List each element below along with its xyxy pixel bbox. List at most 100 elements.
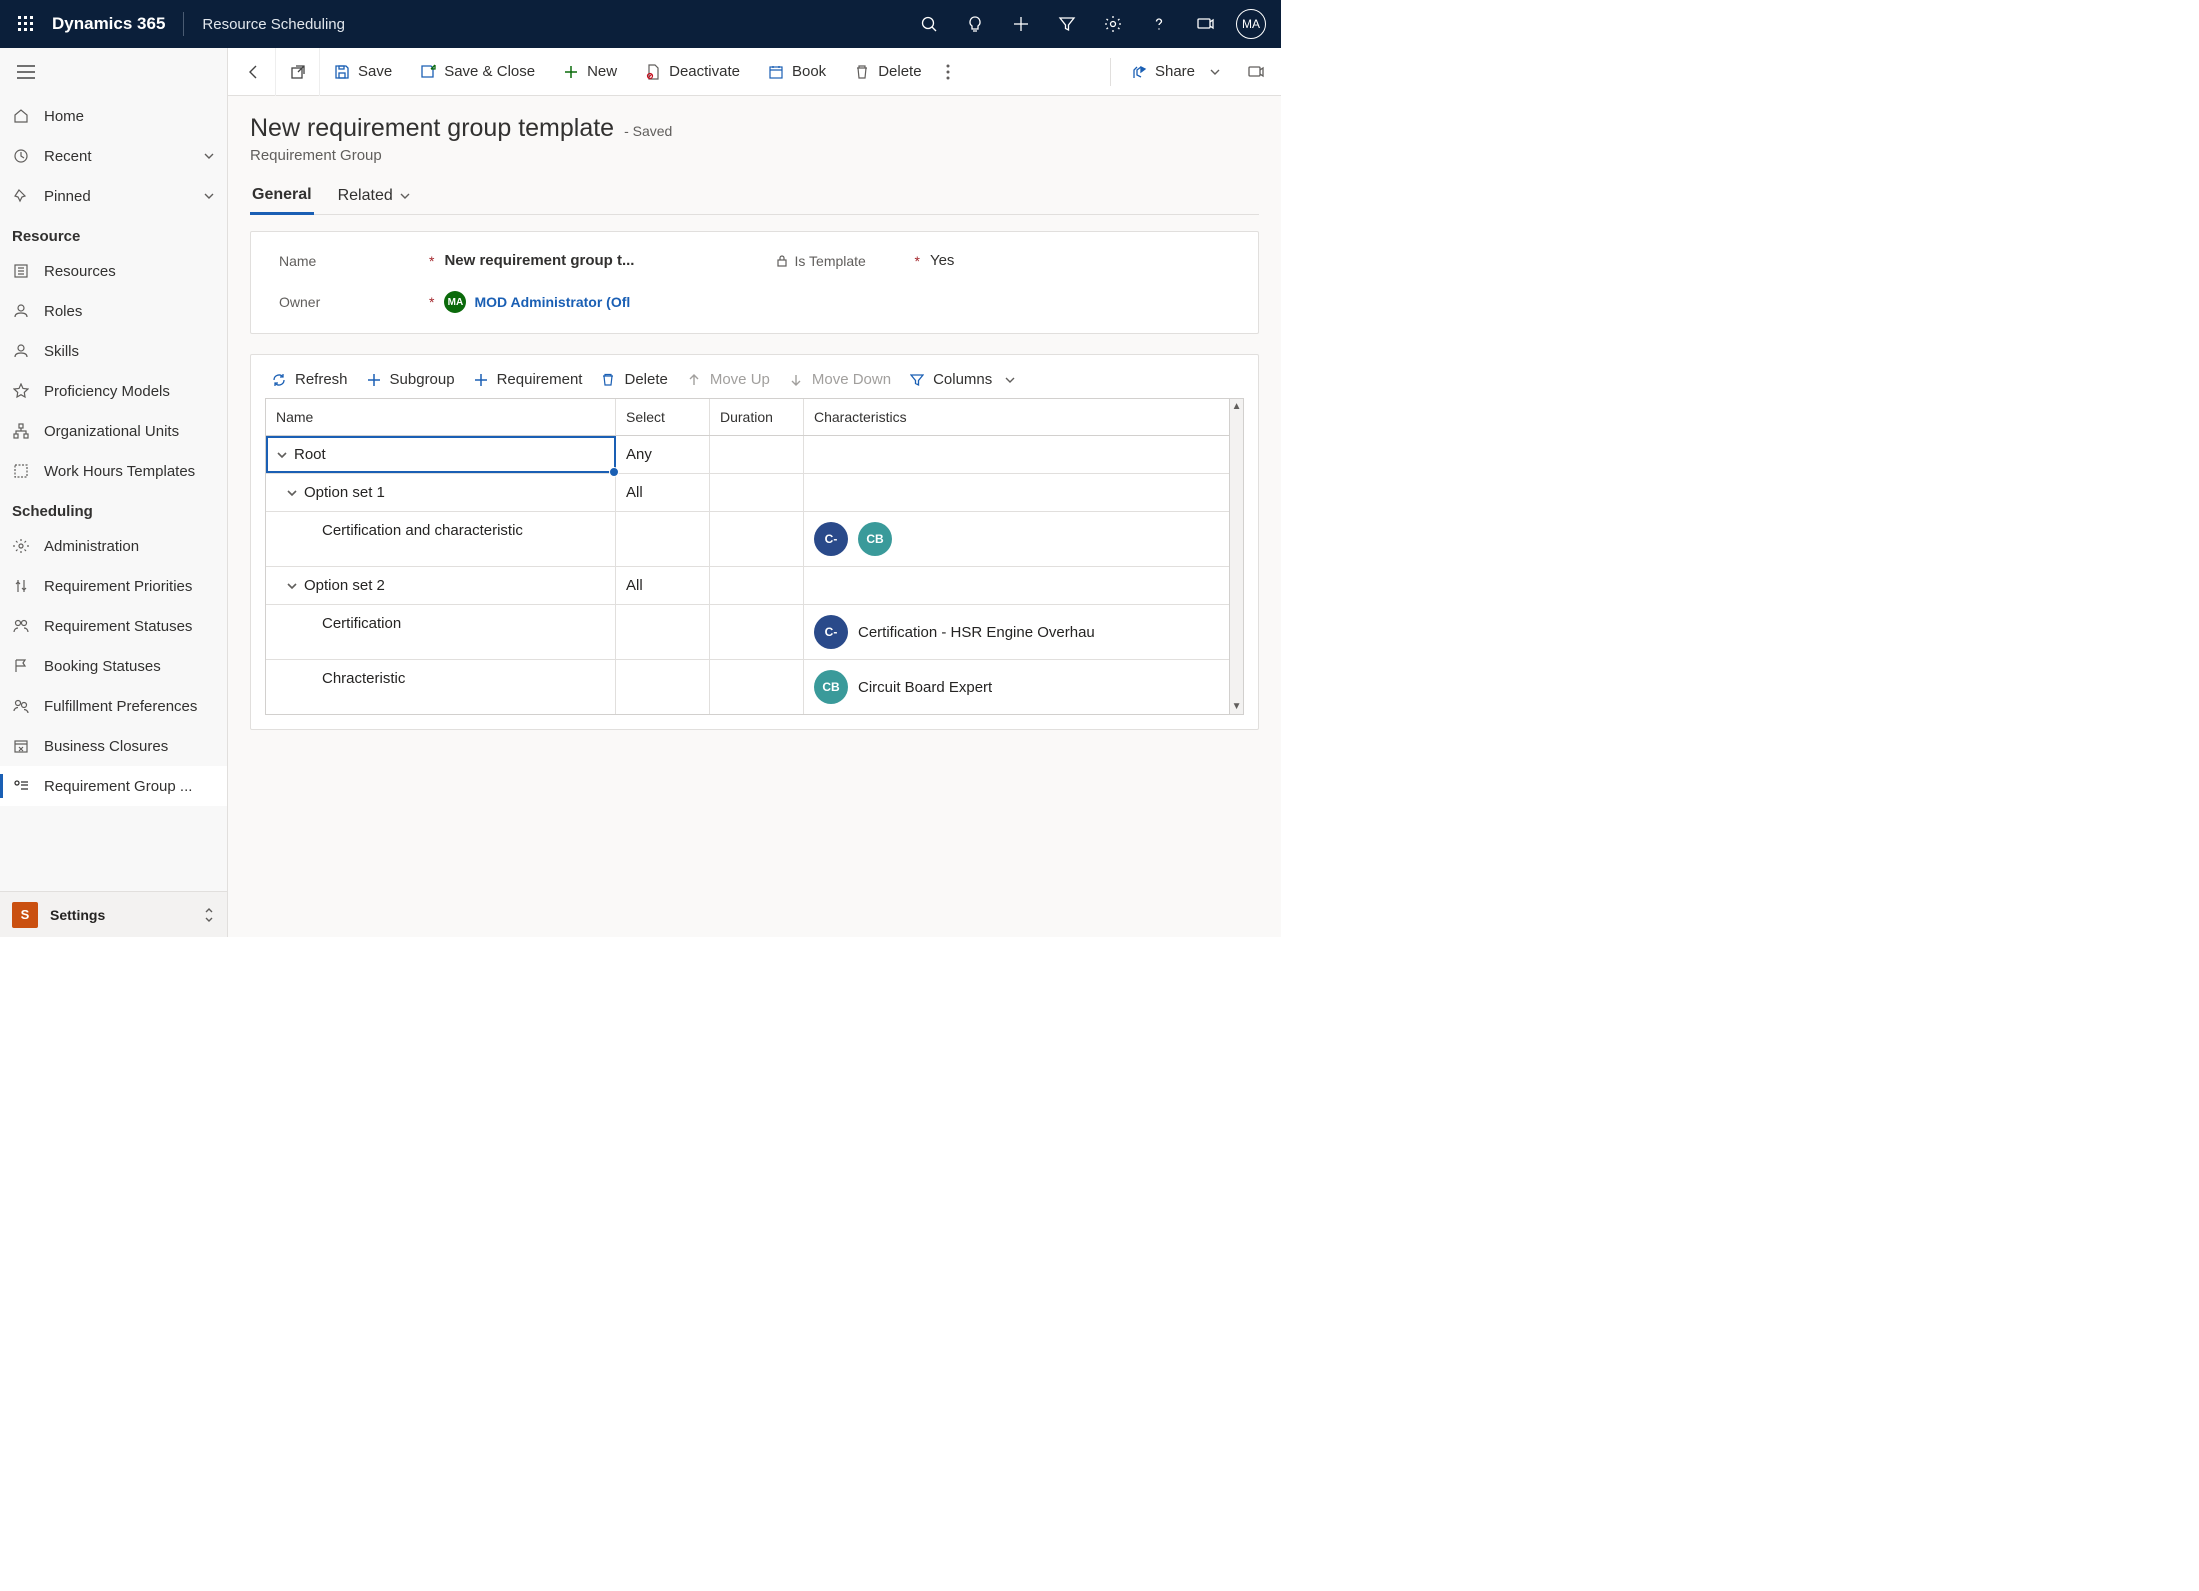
row-duration-cell[interactable] bbox=[710, 436, 804, 473]
app-root: Dynamics 365 Resource Scheduling MA Home… bbox=[0, 0, 1281, 937]
arrow-down-icon bbox=[788, 372, 804, 388]
deactivate-icon bbox=[645, 64, 661, 80]
nav-req-group[interactable]: Requirement Group ... bbox=[0, 766, 227, 806]
nav-org-units[interactable]: Organizational Units bbox=[0, 411, 227, 451]
characteristic-pill[interactable]: CB bbox=[858, 522, 892, 556]
chevron-down-icon[interactable] bbox=[286, 487, 300, 499]
filter-icon[interactable] bbox=[1047, 4, 1087, 44]
col-header-duration[interactable]: Duration bbox=[710, 399, 804, 435]
brand-label[interactable]: Dynamics 365 bbox=[52, 14, 165, 34]
col-header-select[interactable]: Select bbox=[616, 399, 710, 435]
refresh-button[interactable]: Refresh bbox=[271, 371, 348, 388]
new-button[interactable]: New bbox=[549, 48, 631, 96]
row-select-cell[interactable] bbox=[616, 660, 710, 714]
row-select-cell[interactable] bbox=[616, 512, 710, 566]
deactivate-button[interactable]: Deactivate bbox=[631, 48, 754, 96]
add-icon[interactable] bbox=[1001, 4, 1041, 44]
nav-pinned[interactable]: Pinned bbox=[0, 176, 227, 216]
nav-booking-statuses[interactable]: Booking Statuses bbox=[0, 646, 227, 686]
chevron-down-icon[interactable] bbox=[286, 580, 300, 592]
row-duration-cell[interactable] bbox=[710, 567, 804, 604]
col-header-characteristics[interactable]: Characteristics bbox=[804, 399, 1229, 435]
row-select-cell[interactable]: All bbox=[616, 474, 710, 511]
tab-general[interactable]: General bbox=[250, 178, 314, 215]
row-duration-cell[interactable] bbox=[710, 605, 804, 659]
nav-work-hours[interactable]: Work Hours Templates bbox=[0, 451, 227, 491]
col-header-name[interactable]: Name bbox=[266, 399, 616, 435]
back-button[interactable] bbox=[232, 48, 276, 96]
more-commands-button[interactable] bbox=[936, 48, 960, 96]
book-button[interactable]: Book bbox=[754, 48, 840, 96]
nav-home[interactable]: Home bbox=[0, 96, 227, 136]
row-characteristics-cell[interactable] bbox=[804, 436, 1229, 473]
user-avatar[interactable]: MA bbox=[1231, 4, 1271, 44]
row-characteristics-cell[interactable] bbox=[804, 474, 1229, 511]
tab-related[interactable]: Related bbox=[336, 178, 413, 214]
row-duration-cell[interactable] bbox=[710, 660, 804, 714]
grid-row[interactable]: Certification and characteristicC-CB bbox=[266, 512, 1229, 567]
open-new-window-button[interactable] bbox=[276, 48, 320, 96]
row-duration-cell[interactable] bbox=[710, 512, 804, 566]
avatar-initials: MA bbox=[1236, 9, 1266, 39]
nav-recent[interactable]: Recent bbox=[0, 136, 227, 176]
command-bar: Save Save & Close New Deactivate Book De… bbox=[228, 48, 1281, 96]
nav-booking-statuses-label: Booking Statuses bbox=[44, 658, 161, 675]
deactivate-label: Deactivate bbox=[669, 63, 740, 80]
row-characteristics-cell[interactable]: CBCircuit Board Expert bbox=[804, 660, 1229, 714]
plus-icon bbox=[473, 372, 489, 388]
nav-resources[interactable]: Resources bbox=[0, 251, 227, 291]
grid-row[interactable]: ChracteristicCBCircuit Board Expert bbox=[266, 660, 1229, 714]
help-icon[interactable] bbox=[1139, 4, 1179, 44]
row-characteristics-cell[interactable] bbox=[804, 567, 1229, 604]
nav-proficiency[interactable]: Proficiency Models bbox=[0, 371, 227, 411]
scroll-up-icon[interactable]: ▲ bbox=[1232, 401, 1242, 412]
row-select-cell[interactable]: Any bbox=[616, 436, 710, 473]
row-characteristics-cell[interactable]: C-Certification - HSR Engine Overhau bbox=[804, 605, 1229, 659]
nav-req-statuses[interactable]: Requirement Statuses bbox=[0, 606, 227, 646]
owner-lookup[interactable]: MA MOD Administrator (Ofl bbox=[444, 291, 630, 313]
vertical-scrollbar[interactable]: ▲ ▼ bbox=[1230, 398, 1244, 715]
characteristic-pill[interactable]: CB bbox=[814, 670, 848, 704]
save-label: Save bbox=[358, 63, 392, 80]
app-name-label[interactable]: Resource Scheduling bbox=[202, 16, 345, 33]
area-switcher[interactable]: S Settings bbox=[0, 891, 227, 937]
flag-icon bbox=[12, 657, 30, 675]
scroll-down-icon[interactable]: ▼ bbox=[1232, 701, 1242, 712]
chevron-down-icon[interactable] bbox=[276, 449, 290, 461]
app-launcher-icon[interactable] bbox=[10, 8, 42, 40]
grid-row[interactable]: CertificationC-Certification - HSR Engin… bbox=[266, 605, 1229, 660]
requirement-button[interactable]: Requirement bbox=[473, 371, 583, 388]
row-duration-cell[interactable] bbox=[710, 474, 804, 511]
row-characteristics-cell[interactable]: C- CB bbox=[804, 512, 1229, 566]
grid-delete-button[interactable]: Delete bbox=[600, 371, 667, 388]
assistant-side-icon[interactable] bbox=[1235, 48, 1277, 96]
save-close-button[interactable]: Save & Close bbox=[406, 48, 549, 96]
field-name-value[interactable]: New requirement group t... bbox=[444, 252, 734, 269]
nav-biz-closures[interactable]: Business Closures bbox=[0, 726, 227, 766]
owner-avatar: MA bbox=[444, 291, 466, 313]
grid-row[interactable]: Option set 2All bbox=[266, 567, 1229, 605]
settings-gear-icon[interactable] bbox=[1093, 4, 1133, 44]
search-icon[interactable] bbox=[909, 4, 949, 44]
nav-skills[interactable]: Skills bbox=[0, 331, 227, 371]
characteristic-pill[interactable]: C- bbox=[814, 615, 848, 649]
row-select-cell[interactable]: All bbox=[616, 567, 710, 604]
row-select-cell[interactable] bbox=[616, 605, 710, 659]
grid-row[interactable]: RootAny bbox=[266, 436, 1229, 474]
columns-button[interactable]: Columns bbox=[909, 371, 1016, 388]
nav-req-priorities[interactable]: Requirement Priorities bbox=[0, 566, 227, 606]
subgroup-button[interactable]: Subgroup bbox=[366, 371, 455, 388]
share-button[interactable]: Share bbox=[1117, 48, 1235, 96]
assistant-icon[interactable] bbox=[1185, 4, 1225, 44]
site-map-toggle-icon[interactable] bbox=[12, 58, 40, 86]
nav-administration[interactable]: Administration bbox=[0, 526, 227, 566]
nav-fulfillment[interactable]: Fulfillment Preferences bbox=[0, 686, 227, 726]
delete-button[interactable]: Delete bbox=[840, 48, 935, 96]
requirement-grid-card: Refresh Subgroup Requirement Delete Move… bbox=[250, 354, 1259, 730]
grid-row[interactable]: Option set 1All bbox=[266, 474, 1229, 512]
lightbulb-icon[interactable] bbox=[955, 4, 995, 44]
nav-roles-label: Roles bbox=[44, 303, 82, 320]
nav-roles[interactable]: Roles bbox=[0, 291, 227, 331]
save-button[interactable]: Save bbox=[320, 48, 406, 96]
characteristic-pill[interactable]: C- bbox=[814, 522, 848, 556]
